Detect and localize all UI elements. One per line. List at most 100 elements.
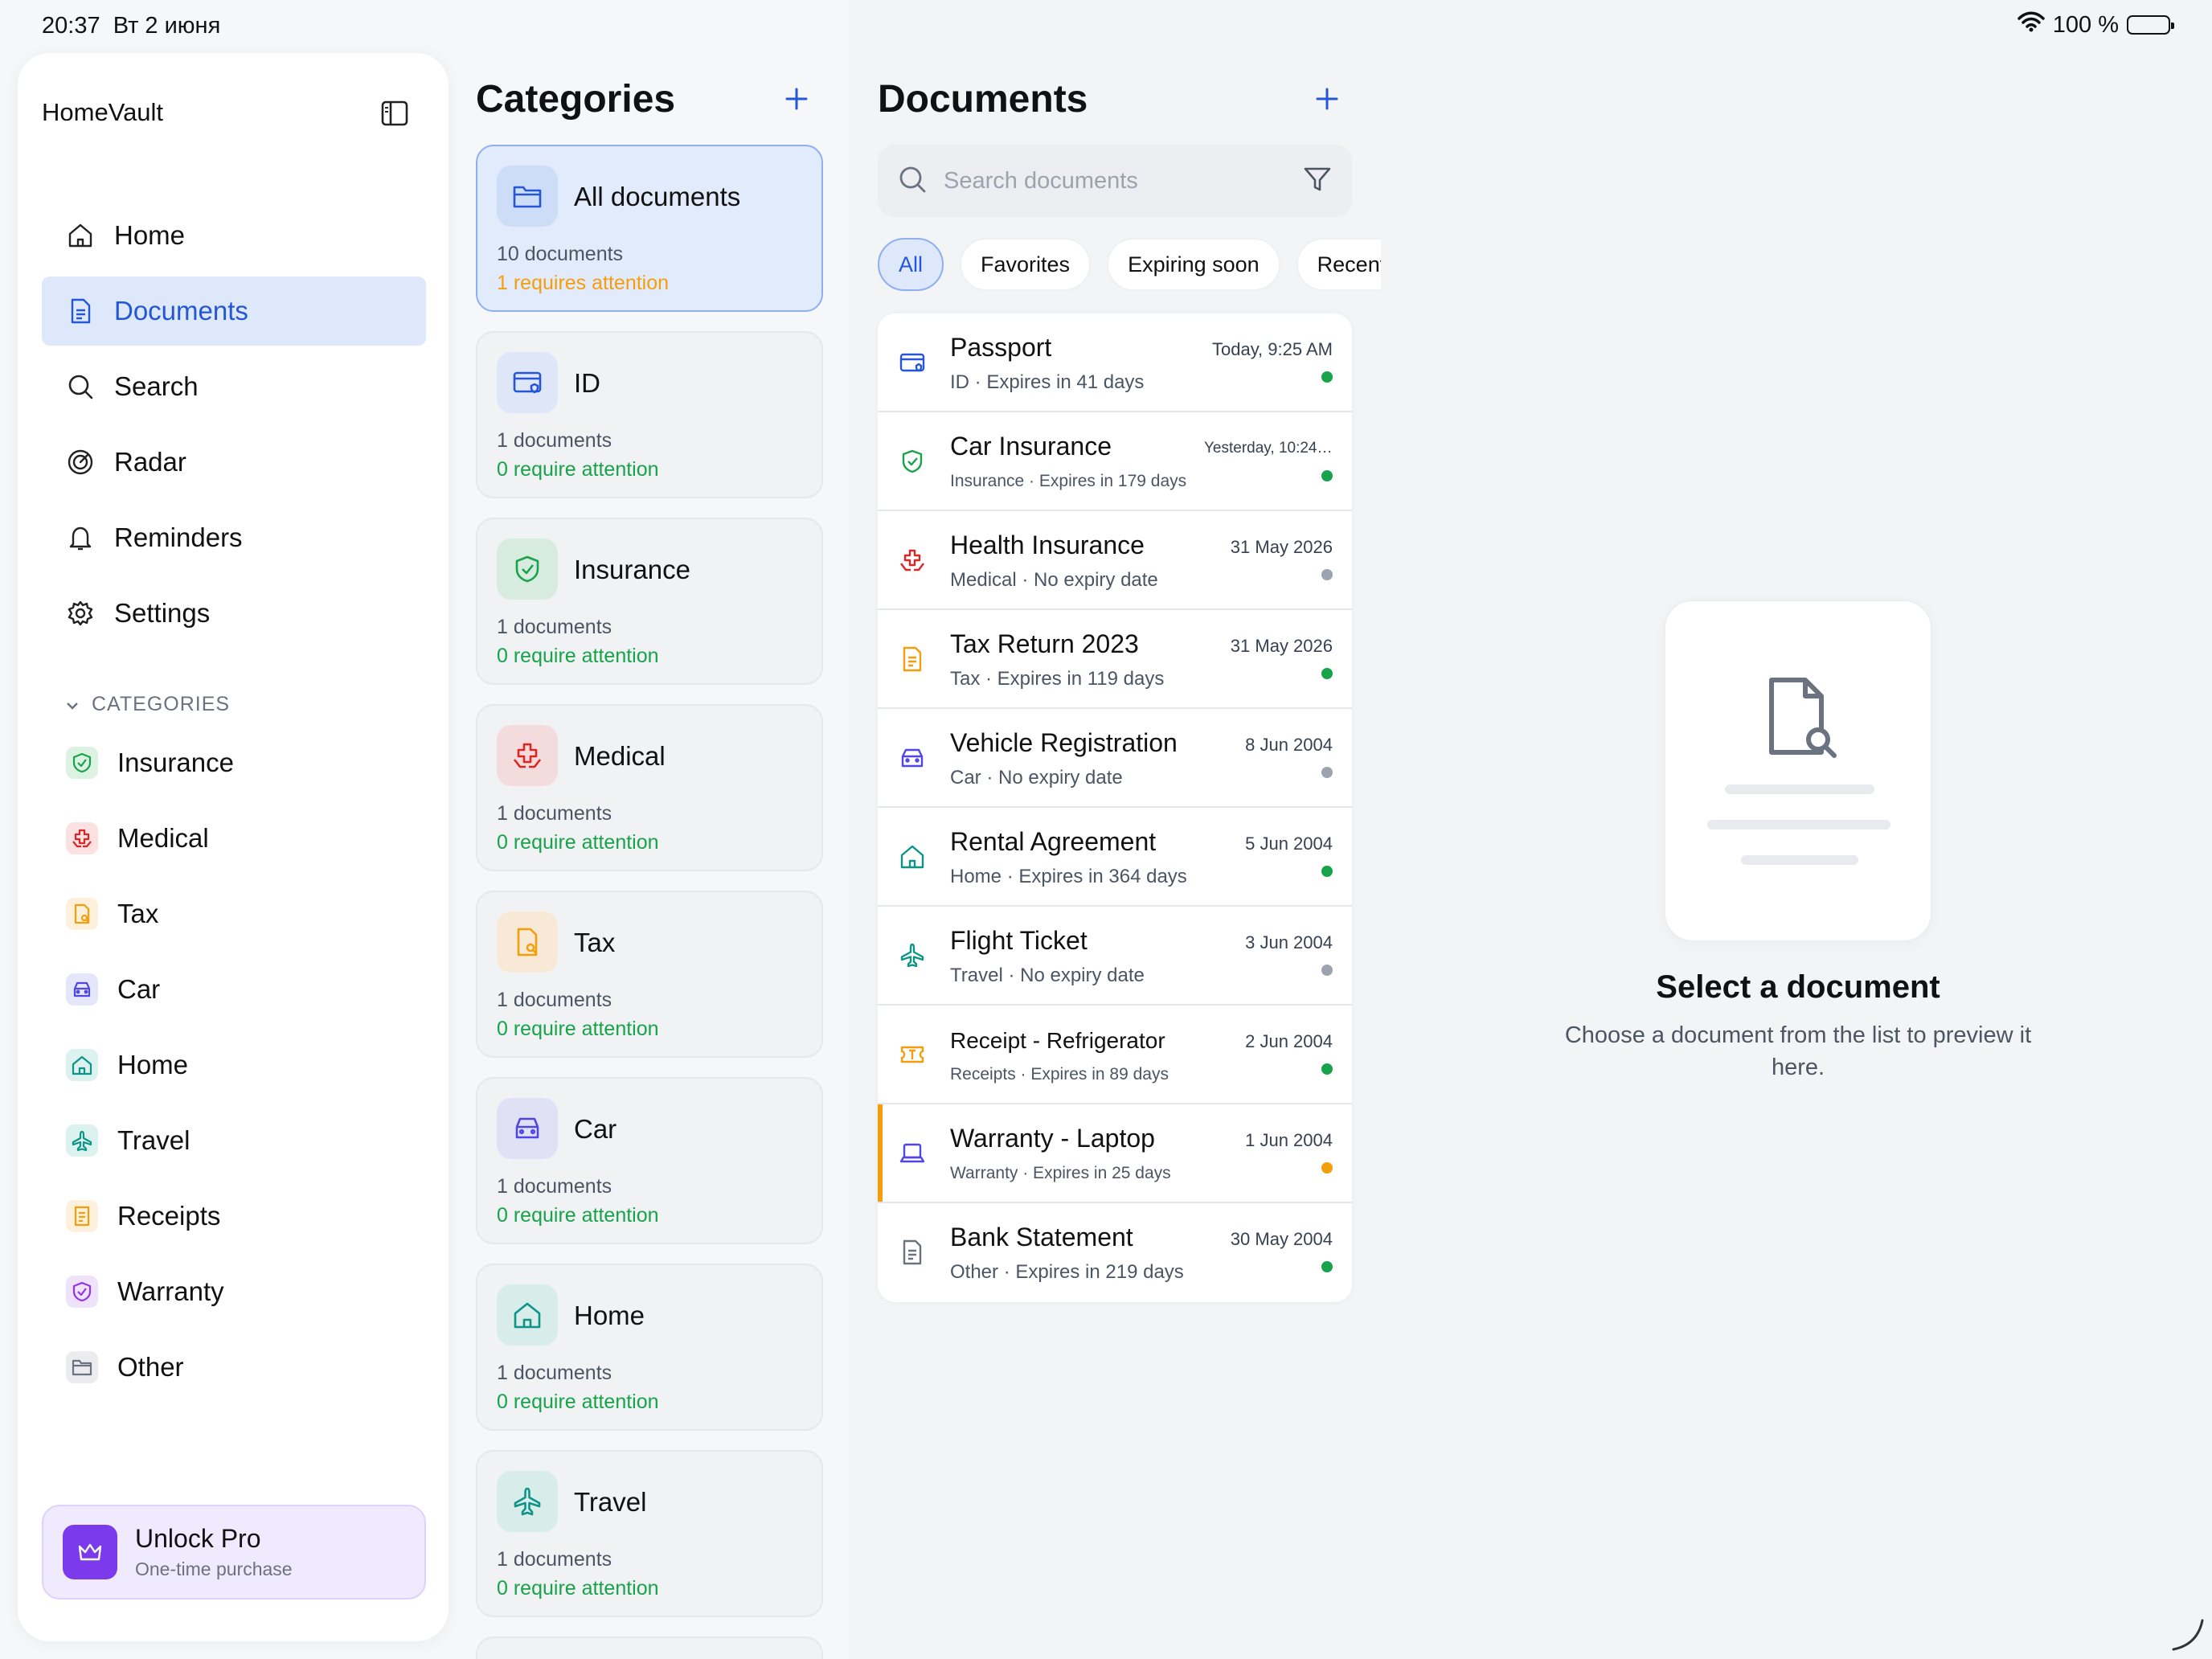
- document-subtitle: Receipts · Expires in 89 days: [950, 1065, 1169, 1083]
- sidebar-item-other[interactable]: Other: [66, 1329, 420, 1405]
- sidebar-item-receipts[interactable]: Receipts: [66, 1178, 420, 1254]
- document-date: 31 May 2026: [1230, 636, 1333, 656]
- document-row-flight-ticket[interactable]: Flight Ticket Travel · No expiry date 3 …: [878, 907, 1352, 1006]
- house-icon: [66, 1049, 98, 1081]
- nav-item-documents[interactable]: Documents: [42, 276, 426, 346]
- sidebar-item-medical[interactable]: Medical: [66, 801, 420, 876]
- filter-chip-favorites[interactable]: Favorites: [960, 238, 1092, 291]
- document-subtitle: Warranty · Expires in 25 days: [950, 1164, 1171, 1182]
- main-nav: Home Documents Search Radar Reminders Se…: [42, 201, 426, 654]
- document-title: Rental Agreement: [950, 827, 1157, 856]
- empty-state-subtitle: Choose a document from the list to previ…: [1564, 1022, 2032, 1080]
- house-icon: [897, 842, 928, 872]
- filter-chip-recent[interactable]: Recent: [1296, 238, 1381, 291]
- document-subtitle: Other · Expires in 219 days: [950, 1261, 1184, 1283]
- search-field[interactable]: [878, 145, 1352, 217]
- radar-icon: [66, 448, 95, 477]
- nav-label: Documents: [114, 296, 248, 326]
- category-card-attention: 0 require attention: [497, 1204, 659, 1227]
- filter-chip-expiring-soon[interactable]: Expiring soon: [1107, 238, 1280, 291]
- warranty-shield-icon: [66, 1276, 98, 1308]
- category-card-name: Car: [574, 1114, 617, 1144]
- filter-icon[interactable]: [1302, 164, 1333, 199]
- battery-percent: 100 %: [2052, 11, 2119, 38]
- receipt-icon: [897, 644, 928, 674]
- category-card-name: Travel: [574, 1487, 647, 1517]
- category-cards: All documents 10 documents 1 requires at…: [476, 145, 823, 1659]
- car-icon: [66, 973, 98, 1006]
- add-category-button[interactable]: [784, 82, 809, 117]
- category-card-count: 1 documents: [497, 429, 612, 452]
- sidebar-item-tax[interactable]: Tax: [66, 876, 420, 952]
- categories-title: Categories: [476, 78, 676, 121]
- document-date: 1 Jun 2004: [1245, 1130, 1333, 1150]
- unlock-pro-button[interactable]: Unlock Pro One-time purchase: [42, 1505, 426, 1600]
- status-dot: [1321, 1063, 1333, 1075]
- document-title: Vehicle Registration: [950, 728, 1178, 757]
- category-card-travel[interactable]: Travel 1 documents 0 require attention: [476, 1450, 823, 1617]
- category-card-car[interactable]: Car 1 documents 0 require attention: [476, 1077, 823, 1244]
- sidebar-item-home[interactable]: Home: [66, 1027, 420, 1103]
- document-date: 31 May 2026: [1230, 537, 1333, 557]
- category-card-partial: [476, 1636, 823, 1659]
- nav-item-home[interactable]: Home: [42, 201, 426, 270]
- document-title: Bank Statement: [950, 1223, 1133, 1251]
- car-icon: [897, 743, 928, 773]
- category-card-medical[interactable]: Medical 1 documents 0 require attention: [476, 704, 823, 871]
- status-dot: [1321, 1261, 1333, 1272]
- categories-section-header[interactable]: CATEGORIES: [66, 693, 230, 716]
- document-row-passport[interactable]: Passport ID · Expires in 41 days Today, …: [878, 313, 1352, 412]
- preview-placeholder-card: [1664, 600, 1932, 942]
- wifi-icon: [2017, 11, 2045, 39]
- category-card-attention: 0 require attention: [497, 645, 659, 667]
- category-card-count: 10 documents: [497, 243, 624, 265]
- add-document-button[interactable]: [1315, 82, 1339, 117]
- document-subtitle: ID · Expires in 41 days: [950, 371, 1145, 393]
- document-row-rental-agreement[interactable]: Rental Agreement Home · Expires in 364 d…: [878, 808, 1352, 907]
- shield-check-icon: [897, 446, 928, 477]
- sidebar-item-warranty[interactable]: Warranty: [66, 1254, 420, 1329]
- nav-item-radar[interactable]: Radar: [42, 428, 426, 497]
- category-card-tax[interactable]: Tax 1 documents 0 require attention: [476, 891, 823, 1058]
- sidebar-item-travel[interactable]: Travel: [66, 1103, 420, 1178]
- search-icon: [66, 372, 95, 401]
- nav-item-reminders[interactable]: Reminders: [42, 503, 426, 572]
- category-card-all[interactable]: All documents 10 documents 1 requires at…: [476, 145, 823, 312]
- sidebar-item-car[interactable]: Car: [66, 952, 420, 1027]
- search-input[interactable]: [944, 167, 1281, 195]
- resize-handle-icon[interactable]: [2167, 1614, 2206, 1653]
- category-card-insurance[interactable]: Insurance 1 documents 0 require attentio…: [476, 518, 823, 685]
- category-card-id[interactable]: ID 1 documents 0 require attention: [476, 331, 823, 498]
- document-title: Warranty - Laptop: [950, 1124, 1155, 1153]
- document-row-vehicle-registration[interactable]: Vehicle Registration Car · No expiry dat…: [878, 709, 1352, 808]
- status-dot: [1321, 1162, 1333, 1174]
- nav-item-settings[interactable]: Settings: [42, 579, 426, 648]
- document-row-car-insurance[interactable]: Car Insurance Insurance · Expires in 179…: [878, 412, 1352, 511]
- sidebar-item-insurance[interactable]: Insurance: [66, 725, 420, 801]
- category-card-name: Home: [574, 1301, 645, 1330]
- status-dot: [1321, 866, 1333, 877]
- document-date: Yesterday, 10:24 AM: [1204, 440, 1333, 457]
- status-dot: [1321, 965, 1333, 976]
- document-title: Car Insurance: [950, 432, 1112, 461]
- document-row-bank-statement[interactable]: Bank Statement Other · Expires in 219 da…: [878, 1203, 1352, 1302]
- house-icon: [66, 221, 95, 250]
- chevron-down-icon: [66, 693, 79, 716]
- document-icon: [897, 1237, 928, 1268]
- documents-title: Documents: [878, 78, 1088, 121]
- document-row-health-insurance[interactable]: Health Insurance Medical · No expiry dat…: [878, 511, 1352, 610]
- category-card-home[interactable]: Home 1 documents 0 require attention: [476, 1264, 823, 1431]
- document-row-tax-return[interactable]: Tax Return 2023 Tax · Expires in 119 day…: [878, 610, 1352, 709]
- document-row-warranty-laptop[interactable]: Warranty - Laptop Warranty · Expires in …: [878, 1104, 1352, 1203]
- placeholder-line: [1725, 784, 1874, 794]
- category-card-attention: 0 require attention: [497, 1391, 659, 1413]
- document-title: Passport: [950, 333, 1052, 362]
- document-row-receipt-refrigerator[interactable]: Receipt - Refrigerator Receipts · Expire…: [878, 1006, 1352, 1104]
- sidebar-toggle-icon[interactable]: [381, 100, 408, 127]
- filter-chip-all[interactable]: All: [878, 238, 944, 291]
- airplane-icon: [497, 1471, 558, 1532]
- nav-item-search[interactable]: Search: [42, 352, 426, 421]
- category-card-count: 1 documents: [497, 1175, 612, 1198]
- medical-hands-icon: [897, 545, 928, 576]
- status-dot: [1321, 767, 1333, 778]
